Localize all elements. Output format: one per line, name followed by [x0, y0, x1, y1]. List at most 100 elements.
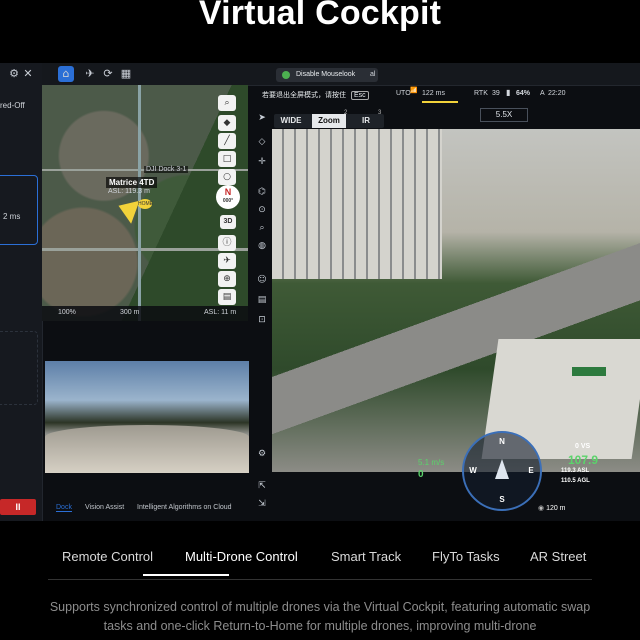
stop-button[interactable]: II — [0, 499, 36, 515]
layout-icon[interactable]: ⊡ — [254, 315, 270, 329]
active-tab-indicator — [143, 574, 229, 576]
drone-card[interactable]: 2 ms — [0, 175, 38, 245]
check-icon — [282, 71, 290, 79]
pin-icon[interactable]: ◆ — [218, 115, 236, 131]
person-icon[interactable]: ☺ — [254, 275, 270, 289]
document-icon[interactable]: ▤ — [254, 295, 270, 309]
hud-altitude: 107.9 — [568, 453, 599, 467]
map-scale: 300 m — [120, 309, 140, 316]
latency: 122 ms — [422, 90, 445, 97]
dock-lid — [45, 425, 249, 473]
latency-text: 2 ms — [3, 212, 21, 221]
battery-icon: ▮ — [506, 88, 511, 97]
compass-n: N — [499, 437, 505, 446]
tab-ar-street[interactable]: AR Street — [530, 549, 586, 577]
status-text: red-Off — [0, 101, 25, 110]
compass-s: S — [499, 495, 505, 504]
station-sign — [572, 367, 606, 376]
mouselook-popup[interactable]: Disable Mouselook — [276, 68, 378, 82]
heading-arrow-icon — [495, 459, 509, 479]
dock-label: DJI Dock 3-1 — [144, 166, 189, 173]
zoom-icon[interactable]: ⌕ — [254, 223, 270, 237]
time-label: A — [540, 90, 545, 97]
rtk-label: RTK — [474, 90, 488, 97]
zoom-level: 5.5X — [480, 108, 528, 122]
crosshair-icon[interactable]: ✛ — [254, 157, 270, 171]
polygon-icon[interactable]: □ — [218, 151, 236, 167]
expand-icon[interactable]: ⇱ — [254, 481, 270, 495]
diamond-icon[interactable]: ◇ — [254, 137, 270, 151]
tab-dock[interactable]: Dock — [56, 504, 72, 512]
lens-ir-index: 3 — [378, 110, 382, 116]
search-icon[interactable]: ⌕ — [218, 95, 236, 111]
hud-speed: 5.1 m/s — [418, 458, 444, 467]
tab-vision-assist[interactable]: Vision Assist — [85, 504, 124, 511]
left-panel: red-Off 2 ms II — [0, 63, 43, 521]
lens-zoom-index: 2 — [344, 110, 348, 116]
dock-tabs: Dock Vision Assist Intelligent Algorithm… — [42, 496, 248, 518]
flight-status-bar: UTO 📶 122 ms RTK 39 ▮ 64% A 22:20 — [272, 83, 640, 103]
speed-zero: 0 — [418, 469, 424, 480]
altitude-agl: 110.5 AGL — [561, 478, 590, 484]
signal-icon: 📶 — [410, 88, 418, 94]
layers-icon[interactable]: ⌂ — [58, 66, 74, 82]
side-toolstrip: ➤ ◇ ✛ ⌬ ⊙ ⌕ ◍ ☺ ▤ ⊡ ⚙ ⇱ ⇲ — [254, 111, 270, 521]
home-distance-icon: ◉ — [538, 505, 545, 512]
map-status-bar: 100% 300 m ASL: 11 m — [42, 306, 248, 321]
lens-selector: WIDE Zoom 2 IR 3 — [274, 110, 384, 128]
compass-e: E — [528, 466, 534, 475]
flight-mode: UTO — [396, 90, 411, 97]
tab-multi-drone-control[interactable]: Multi-Drone Control — [185, 549, 298, 577]
info-icon[interactable]: ⓘ — [218, 235, 236, 251]
focus-icon[interactable]: ⊙ — [254, 205, 270, 219]
ai-icon[interactable]: ⌬ — [254, 187, 270, 201]
battery-percent: 64% — [516, 90, 531, 97]
speed-value: 5.1 m/s — [418, 458, 445, 467]
lens-wide[interactable]: WIDE — [278, 114, 304, 128]
compass-w: W — [469, 466, 477, 475]
grid-icon[interactable]: ▦ — [118, 66, 134, 82]
zoom-camera-view[interactable] — [272, 129, 640, 472]
map-view[interactable]: Matrice 4TD ASL: 119.3 m HOME DJI Dock 3… — [42, 85, 248, 321]
mouselook-label: Disable Mouselook — [296, 71, 356, 78]
tab-intelligent-algorithms[interactable]: Intelligent Algorithms on Cloud — [137, 504, 232, 511]
map-toolbar: ⌕ ◆ ╱ □ ○ ⓘ ✈ ⊕ ▤ — [218, 95, 236, 315]
layers-map-icon[interactable]: ▤ — [218, 289, 236, 305]
latency-bar — [422, 101, 458, 103]
tab-flyto-tasks[interactable]: FlyTo Tasks — [432, 549, 500, 577]
map-asl: ASL: 11 m — [204, 309, 237, 316]
home-icon: HOME — [138, 199, 153, 209]
empty-slot[interactable] — [0, 331, 38, 405]
globe-icon[interactable]: ◍ — [254, 241, 270, 255]
feature-description: Supports synchronized control of multipl… — [49, 600, 591, 633]
lens-ir[interactable]: IR — [358, 114, 374, 128]
map-zoom-percent: 100% — [58, 309, 76, 316]
popup-suffix: al — [370, 71, 376, 78]
pointer-icon[interactable]: ➤ — [254, 113, 270, 127]
cockpit-screenshot: red-Off 2 ms II ⚙ ✕ ⌂ ✈ ⟳ ▦ Matrice 4TD … — [0, 63, 640, 521]
tab-remote-control[interactable]: Remote Control — [62, 549, 153, 577]
plane-icon[interactable]: ✈ — [218, 253, 236, 269]
close-icon[interactable]: ✕ — [20, 66, 36, 82]
building — [272, 129, 442, 279]
target-icon[interactable]: ⊕ — [218, 271, 236, 287]
vertical-speed: 0 VS — [575, 443, 591, 450]
settings-icon[interactable]: ⚙ — [254, 449, 270, 463]
lens-zoom[interactable]: Zoom — [312, 114, 346, 128]
feature-tabs: Remote Control Multi-Drone Control Smart… — [48, 549, 592, 580]
drone-asl: ASL: 119.3 m — [108, 188, 150, 195]
collapse-icon[interactable]: ⇲ — [254, 499, 270, 513]
tab-smart-track[interactable]: Smart Track — [331, 549, 401, 577]
dock-camera-view[interactable] — [45, 361, 249, 473]
page-title: Virtual Cockpit — [198, 0, 442, 32]
time: 22:20 — [548, 90, 566, 97]
circle-icon[interactable]: ○ — [218, 169, 236, 185]
satellite-count: 39 — [492, 90, 500, 97]
drone-label: Matrice 4TD — [106, 177, 158, 188]
distance-value: 120 m — [546, 505, 566, 512]
altitude-asl: 119.3 ASL — [561, 468, 590, 474]
sync-icon[interactable]: ⟳ — [100, 66, 116, 82]
line-icon[interactable]: ╱ — [218, 133, 236, 149]
distance: ◉ 120 m — [538, 504, 566, 512]
drone-icon[interactable]: ✈ — [82, 66, 98, 82]
